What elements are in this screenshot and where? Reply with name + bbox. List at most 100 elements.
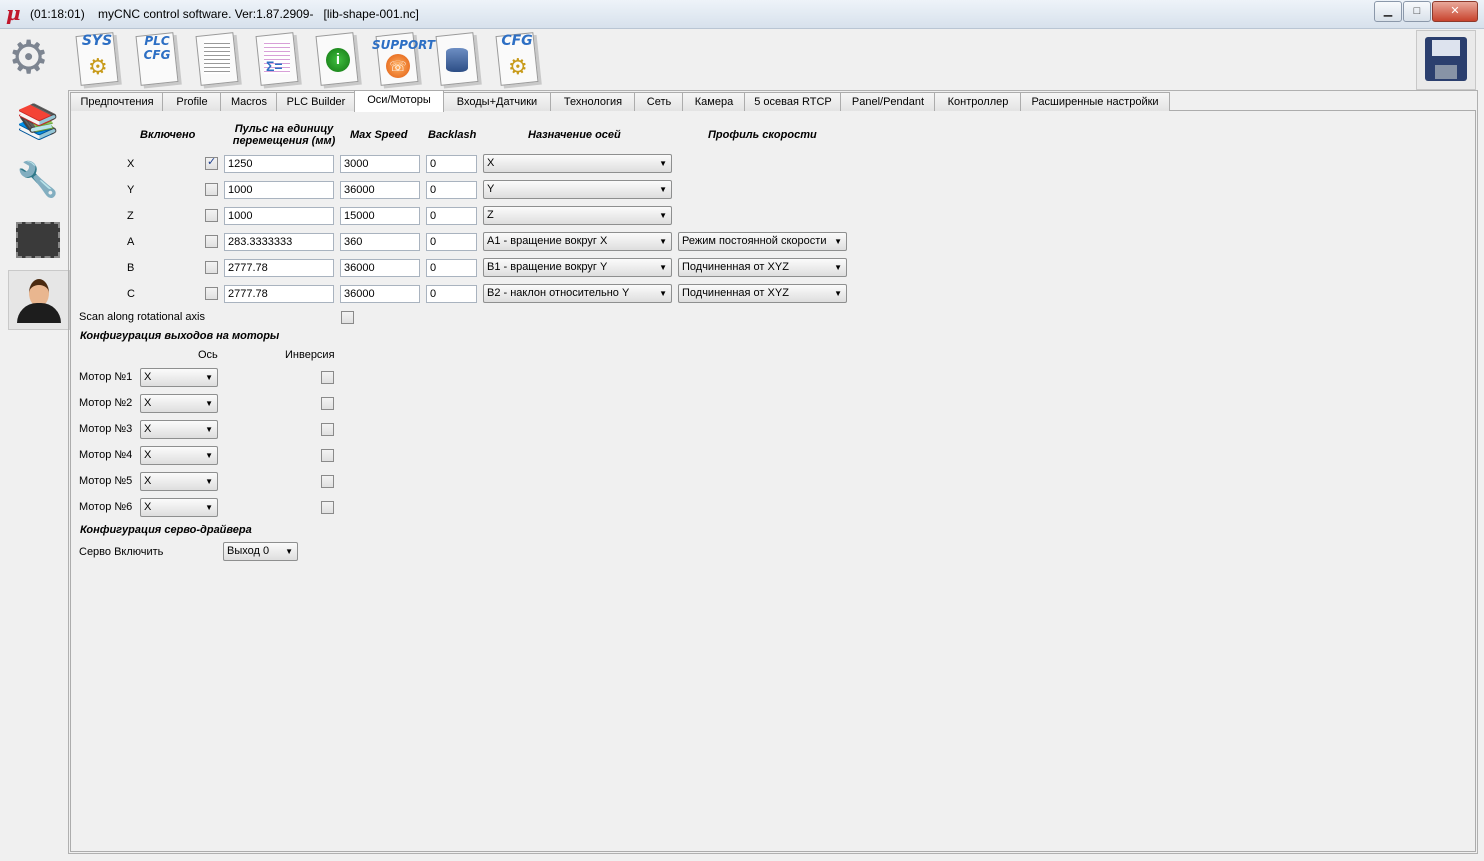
speed-profile-select[interactable]: Подчиненная от XYZ ▼ bbox=[678, 284, 847, 303]
motor-axis-select[interactable]: X ▼ bbox=[140, 498, 218, 517]
motor-axis-select[interactable]: X ▼ bbox=[140, 446, 218, 465]
axis-assignment-select[interactable]: Y ▼ bbox=[483, 180, 672, 199]
axis-enabled-checkbox[interactable] bbox=[205, 287, 218, 300]
motors-col-axis: Ось bbox=[198, 349, 218, 361]
motor-axis-select[interactable]: X ▼ bbox=[140, 420, 218, 439]
tab-inputs-sensors[interactable]: Входы+Датчики bbox=[442, 92, 552, 111]
axis-enabled-checkbox[interactable] bbox=[205, 261, 218, 274]
close-button[interactable]: ✕ bbox=[1432, 1, 1478, 22]
tab-camera[interactable]: Камера bbox=[682, 92, 746, 111]
chip-icon[interactable] bbox=[8, 212, 68, 268]
scan-rotational-label: Scan along rotational axis bbox=[79, 311, 205, 323]
axis-assignment-select[interactable]: B1 - вращение вокруг Y ▼ bbox=[483, 258, 672, 277]
motors-section-title: Конфигурация выходов на моторы bbox=[80, 330, 280, 342]
backlash-input[interactable]: 0 bbox=[426, 285, 477, 303]
document-list-button[interactable] bbox=[190, 30, 246, 88]
max-speed-input[interactable]: 3000 bbox=[340, 155, 420, 173]
cfg-label: CFG bbox=[501, 33, 533, 49]
motor-axis-select[interactable]: X ▼ bbox=[140, 472, 218, 491]
scan-rotational-checkbox[interactable] bbox=[341, 311, 354, 324]
max-speed-input[interactable]: 36000 bbox=[340, 285, 420, 303]
tab-panel-pendant[interactable]: Panel/Pendant bbox=[840, 92, 936, 111]
tab-axes-motors[interactable]: Оси/Моторы bbox=[354, 90, 444, 112]
header-speed-profile: Профиль скорости bbox=[708, 129, 817, 141]
backlash-input[interactable]: 0 bbox=[426, 233, 477, 251]
chevron-down-icon: ▼ bbox=[205, 425, 213, 434]
pulses-input[interactable]: 1250 bbox=[224, 155, 334, 173]
main-settings-gear-icon[interactable]: ⚙ bbox=[8, 32, 49, 82]
motor-axis-select[interactable]: X ▼ bbox=[140, 368, 218, 387]
tab-technology[interactable]: Технология bbox=[550, 92, 636, 111]
tab-network[interactable]: Сеть bbox=[634, 92, 684, 111]
motor-inversion-checkbox[interactable] bbox=[321, 371, 334, 384]
motor-label: Мотор №4 bbox=[79, 449, 133, 461]
backlash-input[interactable]: 0 bbox=[426, 207, 477, 225]
axis-enabled-checkbox[interactable] bbox=[205, 155, 218, 170]
axis-assignment-select[interactable]: X ▼ bbox=[483, 154, 672, 173]
motor-label: Мотор №2 bbox=[79, 397, 133, 409]
database-icon bbox=[446, 48, 468, 72]
motor-inversion-checkbox[interactable] bbox=[321, 475, 334, 488]
chevron-down-icon: ▼ bbox=[659, 159, 667, 168]
speed-profile-select[interactable]: Режим постоянной скорости ▼ bbox=[678, 232, 847, 251]
chevron-down-icon: ▼ bbox=[659, 263, 667, 272]
tab-macros[interactable]: Macros bbox=[220, 92, 278, 111]
pulses-input[interactable]: 1000 bbox=[224, 181, 334, 199]
save-button[interactable] bbox=[1416, 30, 1476, 90]
motor-inversion-checkbox[interactable] bbox=[321, 449, 334, 462]
axis-assignment-select[interactable]: Z ▼ bbox=[483, 206, 672, 225]
motor-inversion-checkbox[interactable] bbox=[321, 501, 334, 514]
maximize-button[interactable]: □ bbox=[1403, 1, 1431, 22]
motor-inversion-checkbox[interactable] bbox=[321, 423, 334, 436]
support-button[interactable]: SUPPORT ☏ bbox=[370, 30, 435, 88]
tab-5axis-rtcp[interactable]: 5 осевая RTCP bbox=[744, 92, 842, 111]
header-enabled: Включено bbox=[140, 129, 196, 141]
axis-enabled-checkbox[interactable] bbox=[205, 235, 218, 248]
max-speed-input[interactable]: 36000 bbox=[340, 259, 420, 277]
phone-icon: ☏ bbox=[386, 54, 410, 78]
axis-assignment-select[interactable]: A1 - вращение вокруг X ▼ bbox=[483, 232, 672, 251]
axis-assignment-select[interactable]: B2 - наклон относительно Y ▼ bbox=[483, 284, 672, 303]
minimize-button[interactable]: ▁ bbox=[1374, 1, 1402, 22]
cfg-button[interactable]: CFG ⚙ bbox=[490, 30, 546, 88]
sys-settings-button[interactable]: SYS ⚙ bbox=[70, 30, 126, 88]
chevron-down-icon: ▼ bbox=[205, 399, 213, 408]
info-button[interactable]: i bbox=[310, 30, 366, 88]
pulses-input[interactable]: 2777.78 bbox=[224, 285, 334, 303]
speed-profile-select[interactable]: Подчиненная от XYZ ▼ bbox=[678, 258, 847, 277]
header-pulses: Пульс на единицу перемещения (мм) bbox=[232, 123, 336, 147]
database-button[interactable] bbox=[430, 30, 486, 88]
plc-cfg-label: PLC CFG bbox=[143, 34, 171, 62]
motor-axis-select[interactable]: X ▼ bbox=[140, 394, 218, 413]
servo-enable-select[interactable]: Выход 0 ▼ bbox=[223, 542, 298, 561]
chevron-down-icon: ▼ bbox=[205, 477, 213, 486]
backlash-input[interactable]: 0 bbox=[426, 155, 477, 173]
axis-enabled-checkbox[interactable] bbox=[205, 209, 218, 222]
max-speed-input[interactable]: 360 bbox=[340, 233, 420, 251]
axis-enabled-checkbox[interactable] bbox=[205, 183, 218, 196]
chevron-down-icon: ▼ bbox=[659, 289, 667, 298]
max-speed-input[interactable]: 15000 bbox=[340, 207, 420, 225]
motor-inversion-checkbox[interactable] bbox=[321, 397, 334, 410]
pulses-input[interactable]: 2777.78 bbox=[224, 259, 334, 277]
motor-label: Мотор №5 bbox=[79, 475, 133, 487]
tab-advanced-settings[interactable]: Расширенные настройки bbox=[1020, 92, 1170, 111]
backlash-input[interactable]: 0 bbox=[426, 181, 477, 199]
tab-preferences[interactable]: Предпочтения bbox=[70, 92, 164, 111]
plc-cfg-button[interactable]: PLC CFG bbox=[130, 30, 186, 88]
backlash-input[interactable]: 0 bbox=[426, 259, 477, 277]
books-icon[interactable]: 📚 bbox=[8, 94, 68, 150]
pulses-input[interactable]: 1000 bbox=[224, 207, 334, 225]
user-icon[interactable] bbox=[8, 270, 70, 330]
chevron-down-icon: ▼ bbox=[834, 289, 842, 298]
tools-icon[interactable]: 🔧 bbox=[8, 152, 68, 208]
pulses-input[interactable]: 283.3333333 bbox=[224, 233, 334, 251]
tab-profile[interactable]: Profile bbox=[162, 92, 222, 111]
max-speed-input[interactable]: 36000 bbox=[340, 181, 420, 199]
chevron-down-icon: ▼ bbox=[834, 237, 842, 246]
motor-label: Мотор №1 bbox=[79, 371, 133, 383]
formula-button[interactable]: Σ= bbox=[250, 30, 306, 88]
axis-label: C bbox=[127, 288, 135, 300]
tab-plc-builder[interactable]: PLC Builder bbox=[276, 92, 356, 111]
tab-controller[interactable]: Контроллер bbox=[934, 92, 1022, 111]
